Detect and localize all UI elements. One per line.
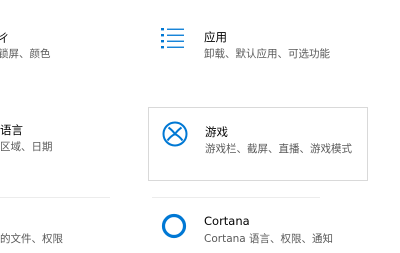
tile-title: Cortana bbox=[204, 214, 250, 228]
tile-desc: 的文件、权限 bbox=[0, 233, 63, 245]
tile-time-language[interactable]: 语言 区域、日期 bbox=[0, 112, 110, 172]
apps-list-icon bbox=[160, 26, 186, 52]
xbox-icon bbox=[161, 120, 189, 148]
tile-apps[interactable]: 应用 卸载、默认应用、可选功能 bbox=[148, 18, 368, 78]
tile-personalization[interactable]: ㄔ 锁屏、颜色 bbox=[0, 18, 110, 78]
tile-desc: 游戏栏、截屏、直播、游戏模式 bbox=[205, 143, 352, 155]
tile-desc: Cortana 语言、权限、通知 bbox=[204, 233, 334, 245]
tile-desc: 卸载、默认应用、可选功能 bbox=[204, 48, 330, 60]
settings-home: ㄔ 锁屏、颜色 应用 卸载、默认应用、可选功能 语言 区域、日期 游戏 游戏栏、… bbox=[0, 0, 400, 253]
cortana-icon bbox=[160, 212, 188, 240]
tile-title: 语言 bbox=[0, 123, 23, 137]
tile-search[interactable]: 的文件、权限 bbox=[0, 206, 110, 251]
tile-desc: 锁屏、颜色 bbox=[0, 48, 51, 60]
tile-cortana[interactable]: Cortana Cortana 语言、权限、通知 bbox=[148, 206, 368, 251]
divider bbox=[0, 197, 110, 198]
divider bbox=[152, 197, 320, 198]
tile-title: ㄔ bbox=[0, 31, 10, 45]
tile-gaming[interactable]: 游戏 游戏栏、截屏、直播、游戏模式 bbox=[148, 107, 368, 181]
tile-title: 游戏 bbox=[205, 125, 228, 139]
tile-desc: 区域、日期 bbox=[0, 141, 53, 153]
tile-title: 应用 bbox=[204, 30, 227, 44]
